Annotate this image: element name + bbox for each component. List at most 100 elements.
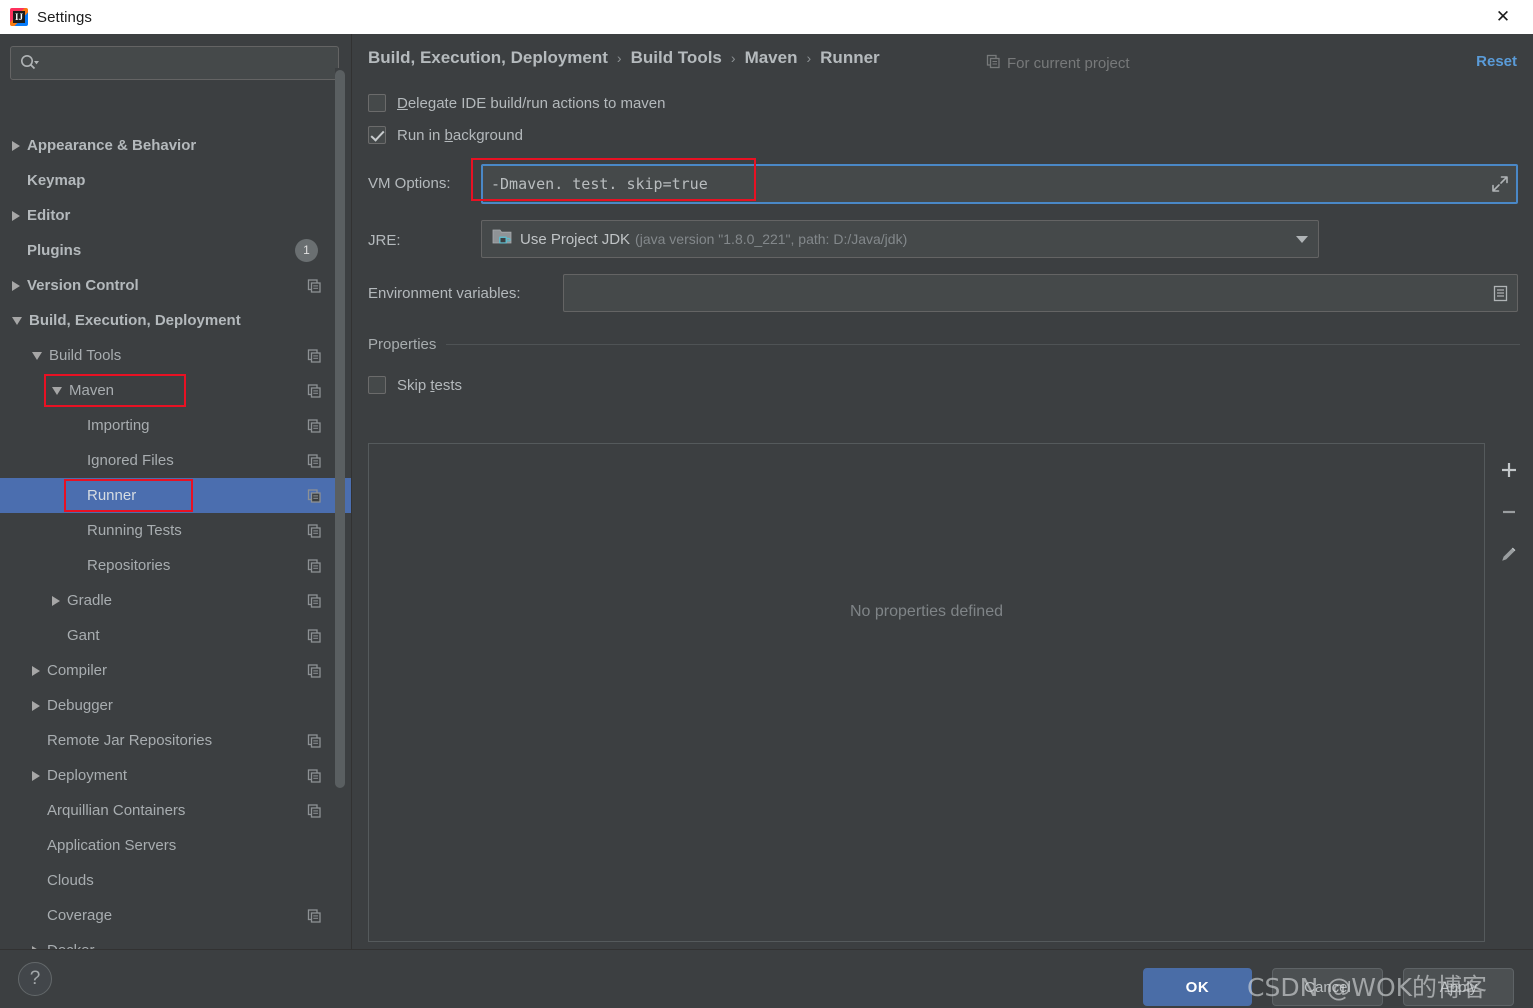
breadcrumb-item[interactable]: Build Tools — [631, 48, 722, 68]
sidebar-item-label: Docker — [47, 942, 95, 949]
sidebar-item-ignored-files[interactable]: Ignored Files — [0, 443, 351, 478]
add-property-button[interactable] — [1489, 449, 1529, 491]
sidebar-item-appearance-behavior[interactable]: Appearance & Behavior — [0, 128, 351, 163]
run-in-background-checkbox[interactable] — [368, 126, 386, 144]
settings-content: Build, Execution, Deployment › Build Tools… — [353, 34, 1533, 949]
sidebar-item-compiler[interactable]: Compiler — [0, 653, 351, 688]
sidebar-item-gradle[interactable]: Gradle — [0, 583, 351, 618]
chevron-down-icon[interactable] — [32, 351, 42, 360]
title-bar: IJ Settings ✕ — [0, 0, 1533, 34]
sidebar-item-build-execution-deployment[interactable]: Build, Execution, Deployment — [0, 303, 351, 338]
sidebar-item-label: Coverage — [47, 907, 113, 924]
skip-tests-label: Skip tests — [397, 376, 463, 394]
chevron-right-icon[interactable] — [32, 700, 40, 711]
sidebar-item-label: Editor — [27, 207, 71, 224]
run-in-background-label: Run in background — [397, 126, 523, 144]
sidebar-item-badge: 1 — [295, 239, 318, 262]
chevron-right-icon[interactable] — [12, 140, 20, 151]
copy-icon — [307, 663, 322, 678]
sidebar-item-label: Build, Execution, Deployment — [29, 312, 241, 329]
sidebar-item-gant[interactable]: Gant — [0, 618, 351, 653]
chevron-right-icon[interactable] — [32, 770, 40, 781]
skip-tests-checkbox[interactable] — [368, 376, 386, 394]
search-box[interactable] — [10, 46, 339, 80]
sidebar-item-label: Gradle — [67, 592, 113, 609]
chevron-right-icon[interactable] — [12, 280, 20, 291]
remove-property-button[interactable] — [1489, 491, 1529, 533]
sidebar-item-remote-jar-repositories[interactable]: Remote Jar Repositories — [0, 723, 351, 758]
settings-tree: Appearance & Behavior Keymap Editor Plugins… — [0, 94, 351, 949]
chevron-down-icon[interactable] — [1296, 235, 1308, 243]
jre-selected-detail: (java version "1.8.0_221", path: D:/Java… — [635, 231, 908, 247]
sidebar-item-importing[interactable]: Importing — [0, 408, 351, 443]
for-current-project-label: For current project — [986, 54, 1130, 73]
reset-link[interactable]: Reset — [1476, 53, 1517, 70]
sidebar-item-arquillian-containers[interactable]: Arquillian Containers — [0, 793, 351, 828]
breadcrumb: Build, Execution, Deployment › Build Tools… — [368, 48, 880, 68]
jre-dropdown[interactable]: Use Project JDK (java version "1.8.0_221… — [481, 220, 1319, 258]
sidebar-item-repositories[interactable]: Repositories — [0, 548, 351, 583]
sidebar-item-label: Appearance & Behavior — [27, 137, 197, 154]
copy-icon — [307, 628, 322, 643]
run-in-background-checkbox-row[interactable]: Run in background — [368, 126, 523, 144]
sidebar-item-debugger[interactable]: Debugger — [0, 688, 351, 723]
sidebar-item-docker[interactable]: Docker — [0, 933, 351, 949]
sidebar-item-label: Deployment — [47, 767, 128, 784]
environment-variables-input[interactable] — [563, 274, 1518, 312]
apply-button[interactable]: Apply — [1403, 968, 1514, 1006]
sidebar-item-version-control[interactable]: Version Control — [0, 268, 351, 303]
delegate-ide-build-checkbox[interactable] — [368, 94, 386, 112]
breadcrumb-separator: › — [730, 50, 736, 66]
sidebar-item-build-tools[interactable]: Build Tools — [0, 338, 351, 373]
sidebar-item-label: Running Tests — [87, 522, 182, 539]
environment-variables-label: Environment variables: — [368, 285, 521, 302]
breadcrumb-item[interactable]: Maven — [745, 48, 798, 68]
search-input[interactable] — [39, 55, 330, 71]
sidebar-item-runner[interactable]: Runner — [0, 478, 351, 513]
properties-table[interactable]: No properties defined — [368, 443, 1485, 942]
list-browse-icon[interactable] — [1489, 282, 1511, 304]
help-button[interactable]: ? — [18, 962, 52, 996]
settings-sidebar: Appearance & Behavior Keymap Editor Plugins… — [0, 34, 352, 949]
breadcrumb-separator: › — [616, 50, 622, 66]
sidebar-item-plugins[interactable]: Plugins 1 — [0, 233, 351, 268]
skip-tests-checkbox-row[interactable]: Skip tests — [368, 376, 462, 394]
vm-options-label: VM Options: — [368, 175, 451, 192]
chevron-right-icon[interactable] — [32, 665, 40, 676]
chevron-right-icon[interactable] — [12, 210, 20, 221]
edit-property-button[interactable] — [1489, 533, 1529, 575]
copy-icon — [307, 523, 322, 538]
copy-icon — [307, 418, 322, 433]
breadcrumb-item[interactable]: Runner — [820, 48, 880, 68]
vm-options-value: -Dmaven. test. skip=true — [491, 175, 708, 193]
sidebar-item-maven[interactable]: Maven — [0, 373, 351, 408]
jdk-folder-icon — [492, 228, 512, 251]
expand-arrows-icon[interactable] — [1489, 173, 1511, 195]
sidebar-item-coverage[interactable]: Coverage — [0, 898, 351, 933]
sidebar-item-editor[interactable]: Editor — [0, 198, 351, 233]
sidebar-item-application-servers[interactable]: Application Servers — [0, 828, 351, 863]
sidebar-item-clouds[interactable]: Clouds — [0, 863, 351, 898]
close-icon[interactable]: ✕ — [1481, 1, 1525, 33]
sidebar-item-label: Repositories — [87, 557, 171, 574]
sidebar-item-deployment[interactable]: Deployment — [0, 758, 351, 793]
chevron-down-icon[interactable] — [12, 316, 22, 325]
copy-icon — [307, 733, 322, 748]
sidebar-item-label: Ignored Files — [87, 452, 174, 469]
vm-options-input[interactable]: -Dmaven. test. skip=true — [481, 164, 1518, 204]
sidebar-item-label: Compiler — [47, 662, 108, 679]
sidebar-item-label: Remote Jar Repositories — [47, 732, 213, 749]
sidebar-item-running-tests[interactable]: Running Tests — [0, 513, 351, 548]
chevron-right-icon[interactable] — [52, 595, 60, 606]
breadcrumb-item[interactable]: Build, Execution, Deployment — [368, 48, 608, 68]
cancel-button[interactable]: Cancel — [1272, 968, 1383, 1006]
sidebar-scrollbar-thumb[interactable] — [335, 70, 345, 788]
ok-button[interactable]: OK — [1143, 968, 1252, 1006]
sidebar-item-label: Build Tools — [49, 347, 122, 364]
copy-icon — [307, 453, 322, 468]
copy-icon — [307, 383, 322, 398]
sidebar-item-label: Clouds — [47, 872, 94, 889]
chevron-down-icon[interactable] — [52, 386, 62, 395]
delegate-ide-build-checkbox-row[interactable]: Delegate IDE build/run actions to maven — [368, 94, 666, 112]
sidebar-item-keymap[interactable]: Keymap — [0, 163, 351, 198]
